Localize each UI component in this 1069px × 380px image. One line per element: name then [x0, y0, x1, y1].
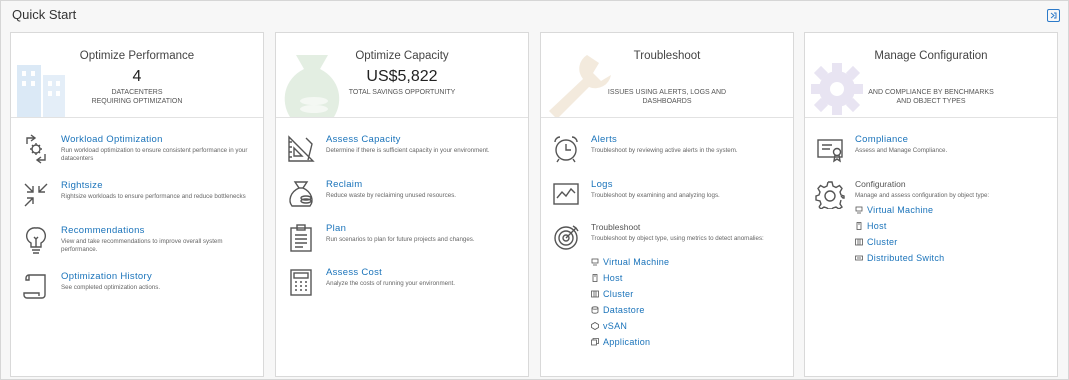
card-header: Troubleshoot ISSUES USING ALERTS, LOGS A…	[541, 33, 793, 118]
link-label: Virtual Machine	[603, 257, 670, 267]
card-subtitle-line2: REQUIRING OPTIMIZATION	[91, 98, 183, 105]
rightsize-link[interactable]: Rightsize	[61, 180, 103, 191]
configuration-distributed-switch-link[interactable]: Distributed Switch	[855, 253, 944, 263]
link-label: Cluster	[867, 237, 898, 247]
expand-button[interactable]	[1047, 9, 1060, 22]
link-label: Distributed Switch	[867, 253, 945, 263]
datastore-icon	[591, 306, 599, 314]
application-icon	[591, 338, 599, 346]
link-label: Datastore	[603, 305, 645, 315]
card-subtitle-line2: AND OBJECT TYPES	[896, 98, 966, 105]
card-optimize-capacity: Optimize Capacity US$5,822 TOTAL SAVINGS…	[275, 32, 529, 377]
ruler-triangle-icon	[288, 135, 315, 162]
compliance-link[interactable]: Compliance	[855, 134, 908, 145]
recommendations-link[interactable]: Recommendations	[61, 225, 145, 236]
gear-icon	[815, 181, 845, 209]
cluster-icon	[591, 290, 599, 298]
link-label: vSAN	[603, 321, 628, 331]
item-description: Manage and assess configuration by objec…	[855, 192, 990, 199]
savings-amount: US$5,822	[366, 68, 438, 85]
item-description: Troubleshoot by object type, using metri…	[591, 235, 764, 242]
log-chart-icon	[553, 183, 579, 205]
troubleshoot-virtual-machine-link[interactable]: Virtual Machine	[591, 257, 669, 267]
rightsize-icon	[24, 183, 48, 207]
card-subtitle-line1: AND COMPLIANCE BY BENCHMARKS	[868, 89, 994, 96]
link-label: Cluster	[603, 289, 634, 299]
card-header: Optimize Capacity US$5,822 TOTAL SAVINGS…	[276, 33, 528, 118]
lightbulb-icon	[25, 227, 47, 254]
expand-icon	[1050, 12, 1057, 19]
link-label: Host	[867, 221, 887, 231]
virtual-machine-icon	[855, 206, 863, 214]
card-subtitle-line2: DASHBOARDS	[642, 98, 692, 105]
link-label: Host	[603, 273, 623, 283]
virtual-machine-icon	[591, 258, 599, 266]
workload-optimization-link[interactable]: Workload Optimization	[61, 134, 163, 145]
item-description: Assess and Manage Compliance.	[855, 147, 948, 154]
distributed-switch-icon	[855, 255, 863, 261]
item-description: Troubleshoot by examining and analyzing …	[591, 192, 720, 199]
alarm-clock-icon	[554, 136, 578, 163]
calculator-icon	[290, 269, 312, 296]
troubleshoot-application-link[interactable]: Application	[591, 337, 650, 347]
host-icon	[592, 274, 598, 282]
alerts-link[interactable]: Alerts	[591, 134, 617, 145]
item-description: Analyze the costs of running your enviro…	[326, 280, 455, 287]
logs-link[interactable]: Logs	[591, 179, 613, 190]
card-subtitle-line1: ISSUES USING ALERTS, LOGS AND	[607, 89, 727, 96]
item-description: Troubleshoot by reviewing active alerts …	[591, 147, 738, 154]
page-title: Quick Start	[12, 7, 77, 22]
workload-optimization-icon	[26, 134, 46, 164]
troubleshoot-heading: Troubleshoot	[591, 222, 641, 232]
configuration-heading: Configuration	[855, 179, 906, 189]
item-description: Determine if there is sufficient capacit…	[326, 147, 490, 154]
plan-link[interactable]: Plan	[326, 223, 346, 234]
link-label: Virtual Machine	[867, 205, 934, 215]
cluster-icon	[855, 238, 863, 246]
troubleshoot-vsan-link[interactable]: vSAN	[591, 321, 627, 331]
card-title: Troubleshoot	[633, 50, 701, 62]
card-subtitle-line1: TOTAL SAVINGS OPPORTUNITY	[348, 89, 456, 96]
troubleshoot-host-link[interactable]: Host	[591, 273, 623, 283]
item-description: Run workload optimization to ensure cons…	[61, 147, 248, 162]
item-description: Rightsize workloads to ensure performanc…	[61, 193, 246, 200]
link-label: Application	[603, 337, 651, 347]
certificate-icon	[817, 139, 843, 163]
configuration-virtual-machine-link[interactable]: Virtual Machine	[855, 205, 933, 215]
card-optimize-performance: Optimize Performance 4 DATACENTERS REQUI…	[10, 32, 264, 377]
card-header: Manage Configuration AND COMPLIANCE BY B…	[805, 33, 1057, 118]
money-bag-icon	[289, 181, 313, 207]
item-description: Reduce waste by reclaiming unused resour…	[326, 192, 457, 199]
configuration-cluster-link[interactable]: Cluster	[855, 237, 898, 247]
troubleshoot-cluster-link[interactable]: Cluster	[591, 289, 634, 299]
reclaim-link[interactable]: Reclaim	[326, 179, 362, 190]
clipboard-icon	[290, 224, 312, 252]
target-icon	[554, 225, 579, 250]
optimization-history-link[interactable]: Optimization History	[61, 271, 152, 282]
configuration-host-link[interactable]: Host	[855, 221, 887, 231]
scroll-history-icon	[23, 274, 46, 299]
card-title: Optimize Capacity	[355, 50, 449, 62]
vsan-icon	[591, 322, 599, 330]
card-title: Optimize Performance	[79, 50, 195, 62]
card-troubleshoot: Troubleshoot ISSUES USING ALERTS, LOGS A…	[540, 32, 794, 377]
item-description: Run scenarios to plan for future project…	[326, 236, 475, 243]
card-subtitle-line1: DATACENTERS	[111, 89, 163, 96]
assess-cost-link[interactable]: Assess Cost	[326, 267, 382, 278]
quick-start-panel: Quick Start Optimize Performance 4 DATAC…	[0, 0, 1069, 380]
troubleshoot-datastore-link[interactable]: Datastore	[591, 305, 645, 315]
assess-capacity-link[interactable]: Assess Capacity	[326, 134, 401, 145]
card-header: Optimize Performance 4 DATACENTERS REQUI…	[11, 33, 263, 118]
host-icon	[856, 222, 862, 230]
card-title: Manage Configuration	[874, 50, 988, 62]
card-manage-configuration: Manage Configuration AND COMPLIANCE BY B…	[804, 32, 1058, 377]
item-description: View and take recommendations to improve…	[61, 238, 223, 253]
datacenters-count: 4	[132, 68, 142, 85]
item-description: See completed optimization actions.	[61, 284, 161, 291]
